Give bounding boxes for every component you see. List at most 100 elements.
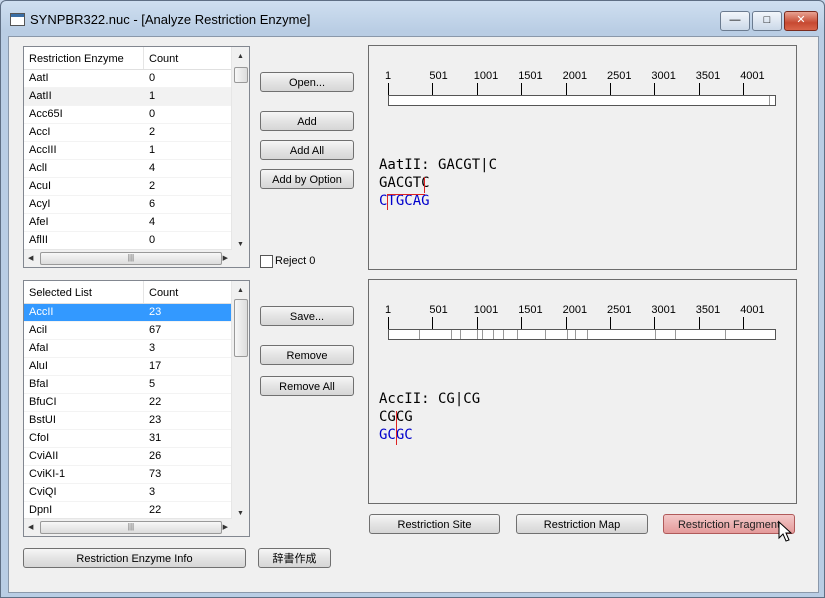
top-enzyme-site: AatII: GACGT|C xyxy=(379,157,498,173)
list-item[interactable]: CviKI-1 73 xyxy=(24,466,232,484)
dictionary-button[interactable]: 辞書作成 xyxy=(258,548,331,568)
restore-icon: □ xyxy=(763,14,771,26)
add-all-button[interactable]: Add All xyxy=(260,140,354,160)
restore-button[interactable]: □ xyxy=(752,11,782,31)
enzyme-list[interactable]: Restriction Enzyme Count AatI 0 AatII 1 Acc6… xyxy=(23,46,250,268)
top-sequence-track[interactable] xyxy=(388,95,776,106)
item-count: 23 xyxy=(149,306,162,318)
item-name: AccI xyxy=(29,126,51,138)
list-item[interactable]: AccII 23 xyxy=(24,304,232,322)
enzyme-list-header: Restriction Enzyme Count xyxy=(24,47,232,70)
list-item[interactable]: AclI 4 xyxy=(24,160,232,178)
scroll-right-icon[interactable]: ▶ xyxy=(223,254,228,262)
list-item[interactable]: AccIII 1 xyxy=(24,142,232,160)
top-map-panel: 1 501 1001 1501 2001 2501 3001 3501 4001 AatII: … xyxy=(368,45,797,270)
remove-button[interactable]: Remove xyxy=(260,345,354,365)
site-mark xyxy=(451,330,452,339)
scroll-left-icon[interactable]: ◀ xyxy=(28,254,33,262)
ruler-tick-label: 2001 xyxy=(562,304,588,316)
list-item[interactable]: AcyI 6 xyxy=(24,196,232,214)
enzyme-list-vscroll[interactable]: ▲ ▼ xyxy=(231,47,249,250)
minimize-button[interactable]: — xyxy=(720,11,750,31)
top-cut-connector xyxy=(387,194,425,195)
list-item[interactable]: AflII 0 xyxy=(24,232,232,250)
ruler-tick xyxy=(610,83,611,95)
ruler-tick-label: 3001 xyxy=(651,304,676,316)
reject-zero-label[interactable]: Reject 0 xyxy=(275,255,315,267)
top-cut-mark-reverse xyxy=(387,194,388,210)
list-item[interactable]: DpnI 22 xyxy=(24,502,232,519)
add-by-option-button[interactable]: Add by Option xyxy=(260,169,354,189)
ruler-tick-label: 1 xyxy=(385,70,392,82)
ruler-tick xyxy=(565,83,567,95)
site-mark xyxy=(545,330,546,339)
scroll-right-icon[interactable]: ▶ xyxy=(223,523,228,531)
list-item[interactable]: BstUI 23 xyxy=(24,412,232,430)
ruler-tick xyxy=(476,317,478,329)
scroll-thumb[interactable] xyxy=(234,67,248,83)
list-item[interactable]: AccI 2 xyxy=(24,124,232,142)
selected-list-hscroll[interactable]: ◀ ||| ▶ xyxy=(24,518,232,536)
top-seq-forward: GACGTC xyxy=(379,175,430,191)
list-item[interactable]: CfoI 31 xyxy=(24,430,232,448)
list-item[interactable]: AciI 67 xyxy=(24,322,232,340)
list-item[interactable]: CviQI 3 xyxy=(24,484,232,502)
reject-zero-checkbox[interactable] xyxy=(260,255,273,268)
item-name: CviAII xyxy=(29,450,59,462)
hscroll-thumb[interactable]: ||| xyxy=(40,521,222,534)
item-name: CviQI xyxy=(29,486,57,498)
ruler-tick xyxy=(565,317,567,329)
site-mark xyxy=(482,330,483,339)
ruler-tick-label: 1501 xyxy=(518,304,543,316)
item-name: AluI xyxy=(29,360,48,372)
hscroll-thumb[interactable]: ||| xyxy=(40,252,222,265)
list-item[interactable]: Acc65I 0 xyxy=(24,106,232,124)
ruler-tick-label: 3501 xyxy=(695,70,721,82)
restriction-map-button[interactable]: Restriction Map xyxy=(516,514,648,534)
site-mark xyxy=(675,330,676,339)
scroll-up-icon[interactable]: ▲ xyxy=(237,53,244,60)
restriction-enzyme-info-button[interactable]: Restriction Enzyme Info xyxy=(23,548,246,568)
scroll-left-icon[interactable]: ◀ xyxy=(28,523,33,531)
item-name: DpnI xyxy=(29,504,53,516)
add-button[interactable]: Add xyxy=(260,111,354,131)
list-item[interactable]: AluI 17 xyxy=(24,358,232,376)
list-item[interactable]: AatII 1 xyxy=(24,88,232,106)
ruler-tick xyxy=(610,317,611,329)
item-count: 4 xyxy=(149,216,156,228)
item-count: 0 xyxy=(149,234,156,246)
bottom-sequence-track[interactable] xyxy=(388,329,776,340)
list-item[interactable]: AfeI 4 xyxy=(24,214,232,232)
header-restriction-enzyme[interactable]: Restriction Enzyme xyxy=(29,53,124,65)
header-count[interactable]: Count xyxy=(149,287,178,299)
ruler-tick-label: 1501 xyxy=(518,70,543,82)
restriction-site-button[interactable]: Restriction Site xyxy=(369,514,500,534)
item-count: 5 xyxy=(149,378,156,390)
close-button[interactable]: ✕ xyxy=(784,11,818,31)
item-count: 4 xyxy=(149,162,156,174)
scroll-up-icon[interactable]: ▲ xyxy=(237,287,244,294)
header-selected-list[interactable]: Selected List xyxy=(29,287,92,299)
open-button[interactable]: Open... xyxy=(260,72,354,92)
list-item[interactable]: BfaI 5 xyxy=(24,376,232,394)
remove-all-button[interactable]: Remove All xyxy=(260,376,354,396)
item-count: 2 xyxy=(149,180,156,192)
list-item[interactable]: AcuI 2 xyxy=(24,178,232,196)
list-item[interactable]: BfuCI 22 xyxy=(24,394,232,412)
list-item[interactable]: AfaI 3 xyxy=(24,340,232,358)
list-item[interactable]: AatI 0 xyxy=(24,70,232,88)
restriction-fragment-button[interactable]: Restriction Fragment xyxy=(663,514,795,534)
selected-list-vscroll[interactable]: ▲ ▼ xyxy=(231,281,249,519)
scroll-thumb[interactable] xyxy=(234,299,248,357)
scroll-down-icon[interactable]: ▼ xyxy=(237,241,244,248)
app-window: SYNPBR322.nuc - [Analyze Restriction Enz… xyxy=(0,0,825,598)
ruler-tick-label: 2501 xyxy=(607,70,632,82)
header-count[interactable]: Count xyxy=(149,53,178,65)
save-button[interactable]: Save... xyxy=(260,306,354,326)
enzyme-list-hscroll[interactable]: ◀ ||| ▶ xyxy=(24,249,232,267)
list-item[interactable]: CviAII 26 xyxy=(24,448,232,466)
selected-list[interactable]: Selected List Count AccII 23 AciI 67 AfaI 3 Al… xyxy=(23,280,250,537)
item-count: 23 xyxy=(149,414,162,426)
ruler-tick-label: 4001 xyxy=(740,304,765,316)
scroll-down-icon[interactable]: ▼ xyxy=(237,510,244,517)
